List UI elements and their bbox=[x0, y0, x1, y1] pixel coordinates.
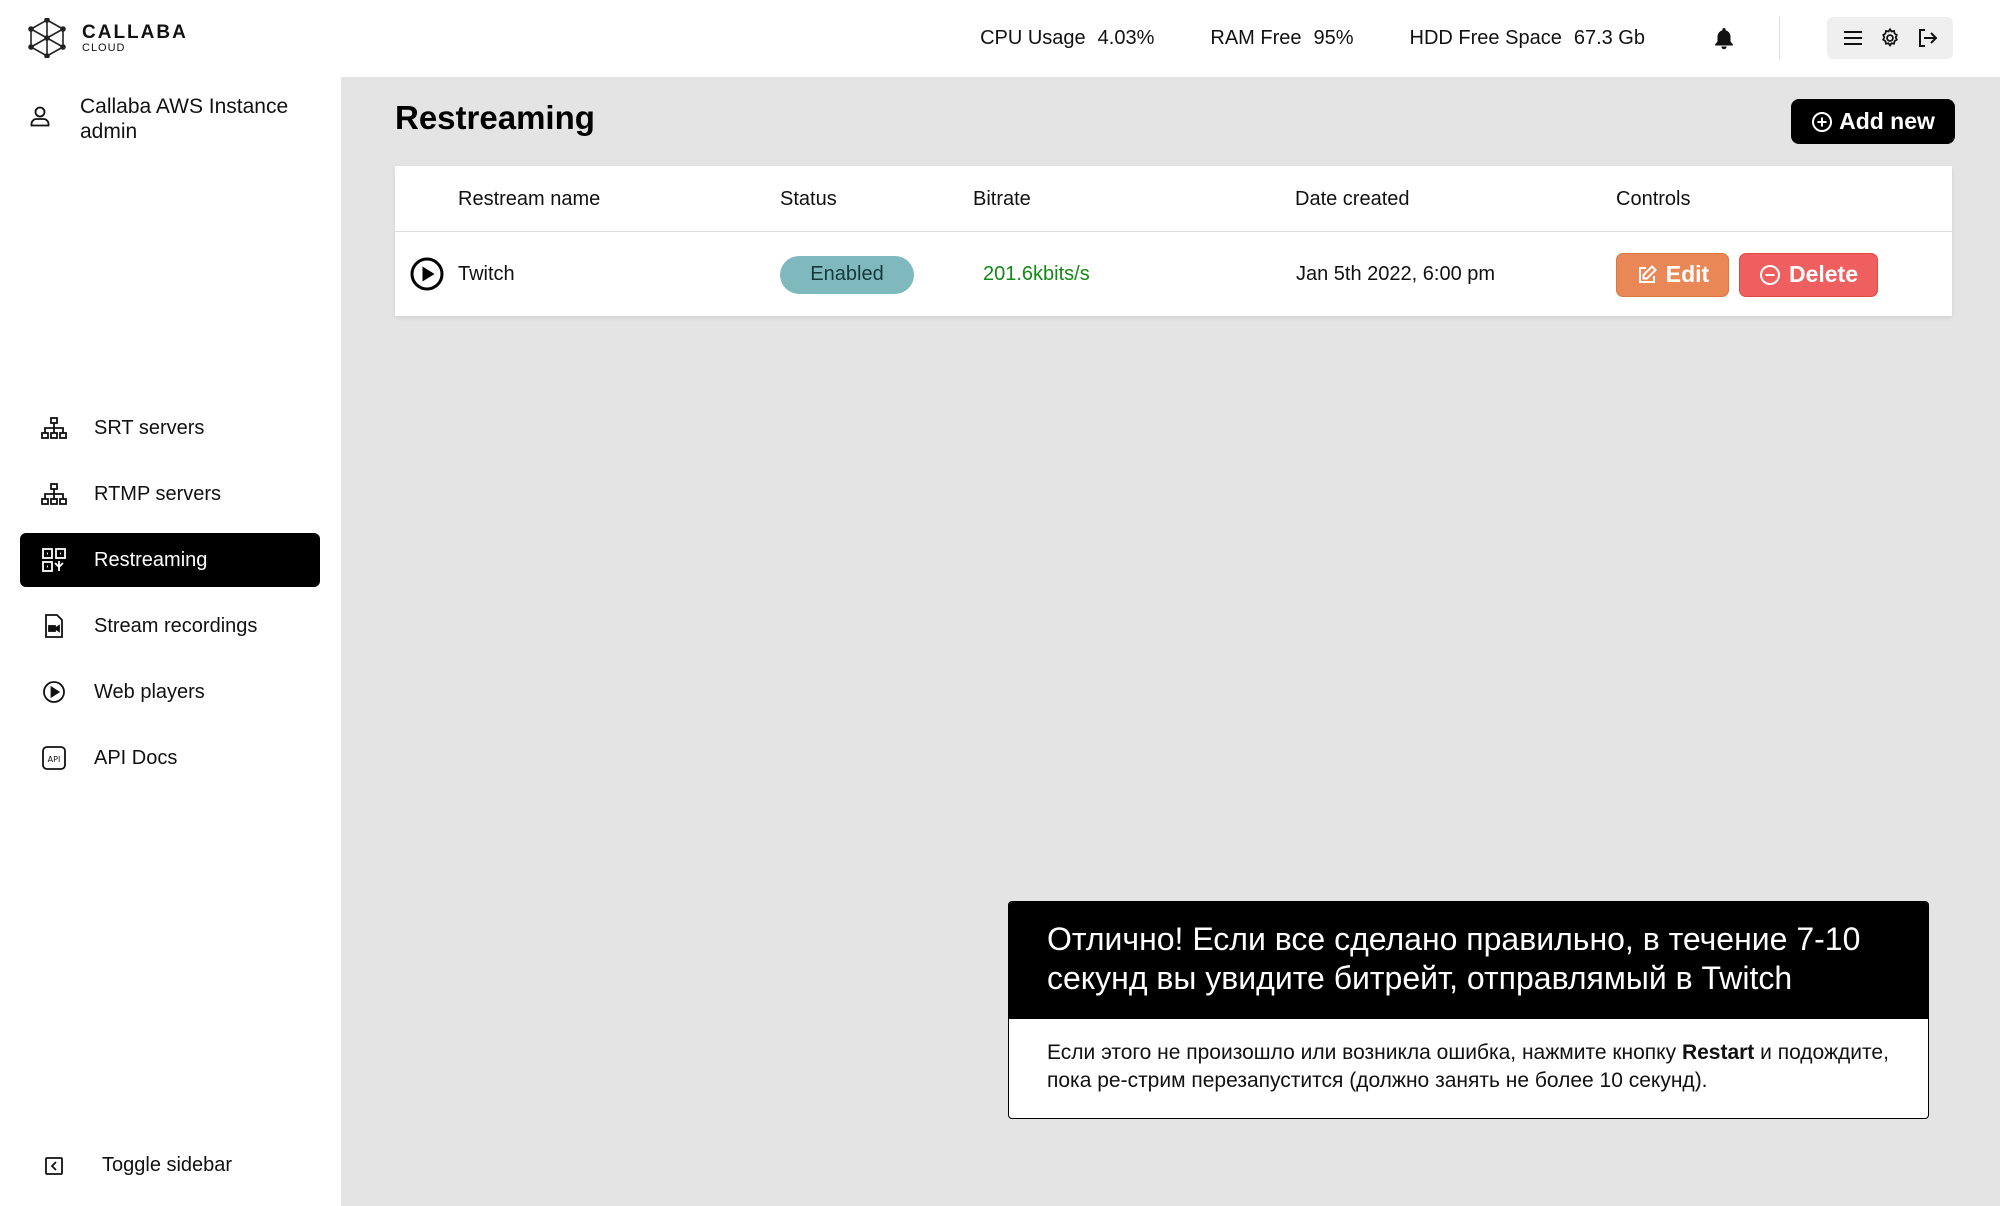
status-badge: Enabled bbox=[780, 255, 914, 294]
gear-icon[interactable] bbox=[1879, 27, 1901, 49]
logout-icon[interactable] bbox=[1916, 27, 1938, 49]
edit-icon bbox=[1636, 264, 1658, 286]
user-icon bbox=[28, 104, 52, 128]
callaba-logo-icon bbox=[28, 18, 66, 58]
table-header: Restream name Status Bitrate Date create… bbox=[395, 166, 1952, 232]
account-info[interactable]: Callaba AWS Instance admin bbox=[28, 94, 288, 144]
sidebar: CALLABA CLOUD Callaba AWS Instance admin bbox=[0, 0, 341, 1206]
delete-label: Delete bbox=[1788, 261, 1859, 287]
restreams-table: Restream name Status Bitrate Date create… bbox=[395, 166, 1952, 316]
tooltip-body-text: Если этого не произошло или возникла оши… bbox=[1047, 1041, 1682, 1064]
sitemap-icon bbox=[40, 414, 68, 442]
svg-text:API: API bbox=[48, 755, 61, 764]
sidebar-nav: SRT servers RTMP servers Restreaming Str… bbox=[20, 401, 320, 797]
logo[interactable]: CALLABA CLOUD bbox=[28, 18, 188, 58]
sidebar-item-label: API Docs bbox=[94, 746, 178, 769]
tooltip-body: Если этого не произошло или возникла оши… bbox=[1009, 1019, 1928, 1095]
column-header-bitrate[interactable]: Bitrate bbox=[973, 166, 1031, 232]
hdd-free-stat: HDD Free Space 67.3 Gb bbox=[1410, 27, 1645, 50]
sitemap-icon bbox=[40, 480, 68, 508]
play-icon[interactable] bbox=[410, 257, 444, 291]
logo-subtitle: CLOUD bbox=[82, 41, 126, 54]
video-file-icon bbox=[40, 612, 68, 640]
edit-label: Edit bbox=[1665, 261, 1710, 287]
column-header-controls: Controls bbox=[1616, 187, 1691, 210]
column-header-restream-name[interactable]: Restream name bbox=[458, 166, 600, 232]
collapse-left-icon bbox=[44, 1156, 64, 1176]
minus-circle-icon bbox=[1759, 264, 1781, 286]
api-icon: API bbox=[40, 744, 68, 772]
topbar-divider bbox=[1779, 17, 1780, 59]
topbar-toolbar bbox=[1827, 17, 1953, 59]
play-circle-icon bbox=[40, 678, 68, 706]
add-new-label: Add new bbox=[1839, 108, 1935, 134]
sidebar-item-srt-servers[interactable]: SRT servers bbox=[20, 401, 320, 455]
ram-free-value: 95% bbox=[1313, 27, 1354, 49]
tooltip-heading: Отлично! Если все сделано правильно, в т… bbox=[1009, 902, 1928, 1019]
toggle-sidebar-button[interactable]: Toggle sidebar bbox=[44, 1154, 232, 1177]
sidebar-item-stream-recordings[interactable]: Stream recordings bbox=[20, 599, 320, 653]
sidebar-item-label: Stream recordings bbox=[94, 614, 258, 637]
sidebar-item-restreaming[interactable]: Restreaming bbox=[20, 533, 320, 587]
sidebar-item-label: RTMP servers bbox=[94, 482, 222, 505]
ram-free-stat: RAM Free 95% bbox=[1210, 27, 1353, 50]
menu-icon[interactable] bbox=[1842, 28, 1864, 48]
page-title: Restreaming bbox=[395, 99, 595, 136]
tooltip-restart-keyword: Restart bbox=[1681, 1041, 1755, 1064]
sidebar-item-label: Web players bbox=[94, 680, 205, 703]
restream-icon bbox=[40, 546, 68, 574]
sidebar-item-rtmp-servers[interactable]: RTMP servers bbox=[20, 467, 320, 521]
add-new-button[interactable]: Add new bbox=[1791, 99, 1955, 144]
system-stats: CPU Usage 4.03% RAM Free 95% HDD Free Spac… bbox=[980, 0, 1645, 77]
hdd-free-value: 67.3 Gb bbox=[1573, 27, 1645, 49]
toggle-sidebar-label: Toggle sidebar bbox=[102, 1154, 233, 1176]
bitrate-value: 201.6kbits/s bbox=[983, 263, 1090, 285]
column-header-date-created[interactable]: Date created bbox=[1295, 166, 1410, 232]
plus-circle-icon bbox=[1811, 111, 1833, 133]
sidebar-item-web-players[interactable]: Web players bbox=[20, 665, 320, 719]
status-cell: Enabled bbox=[780, 233, 914, 316]
controls-cell: Edit Delete bbox=[1616, 233, 1878, 316]
date-created-value: Jan 5th 2022, 6:00 pm bbox=[1296, 263, 1496, 285]
notifications-bell-icon[interactable] bbox=[1713, 26, 1735, 50]
cpu-usage-stat: CPU Usage 4.03% bbox=[980, 27, 1154, 50]
sidebar-item-api-docs[interactable]: API API Docs bbox=[20, 731, 320, 785]
edit-button[interactable]: Edit bbox=[1616, 252, 1729, 297]
user-name: admin bbox=[80, 120, 138, 143]
delete-button[interactable]: Delete bbox=[1739, 252, 1878, 297]
ram-free-label: RAM Free bbox=[1210, 27, 1302, 49]
table-row: Twitch Enabled 201.6kbits/s Jan 5th 2022… bbox=[395, 233, 1952, 316]
restream-name: Twitch bbox=[458, 263, 515, 285]
top-bar: CPU Usage 4.03% RAM Free 95% HDD Free Spac… bbox=[341, 0, 2000, 77]
guide-tooltip: Отлично! Если все сделано правильно, в т… bbox=[1008, 901, 1929, 1119]
hdd-free-label: HDD Free Space bbox=[1409, 27, 1562, 49]
cpu-usage-label: CPU Usage bbox=[980, 27, 1086, 49]
sidebar-item-label: SRT servers bbox=[94, 416, 205, 439]
instance-name: Callaba AWS Instance bbox=[80, 95, 289, 118]
cpu-usage-value: 4.03% bbox=[1097, 27, 1155, 49]
column-header-status[interactable]: Status bbox=[780, 166, 837, 232]
sidebar-item-label: Restreaming bbox=[94, 548, 208, 571]
logo-name: CALLABA bbox=[82, 21, 188, 43]
